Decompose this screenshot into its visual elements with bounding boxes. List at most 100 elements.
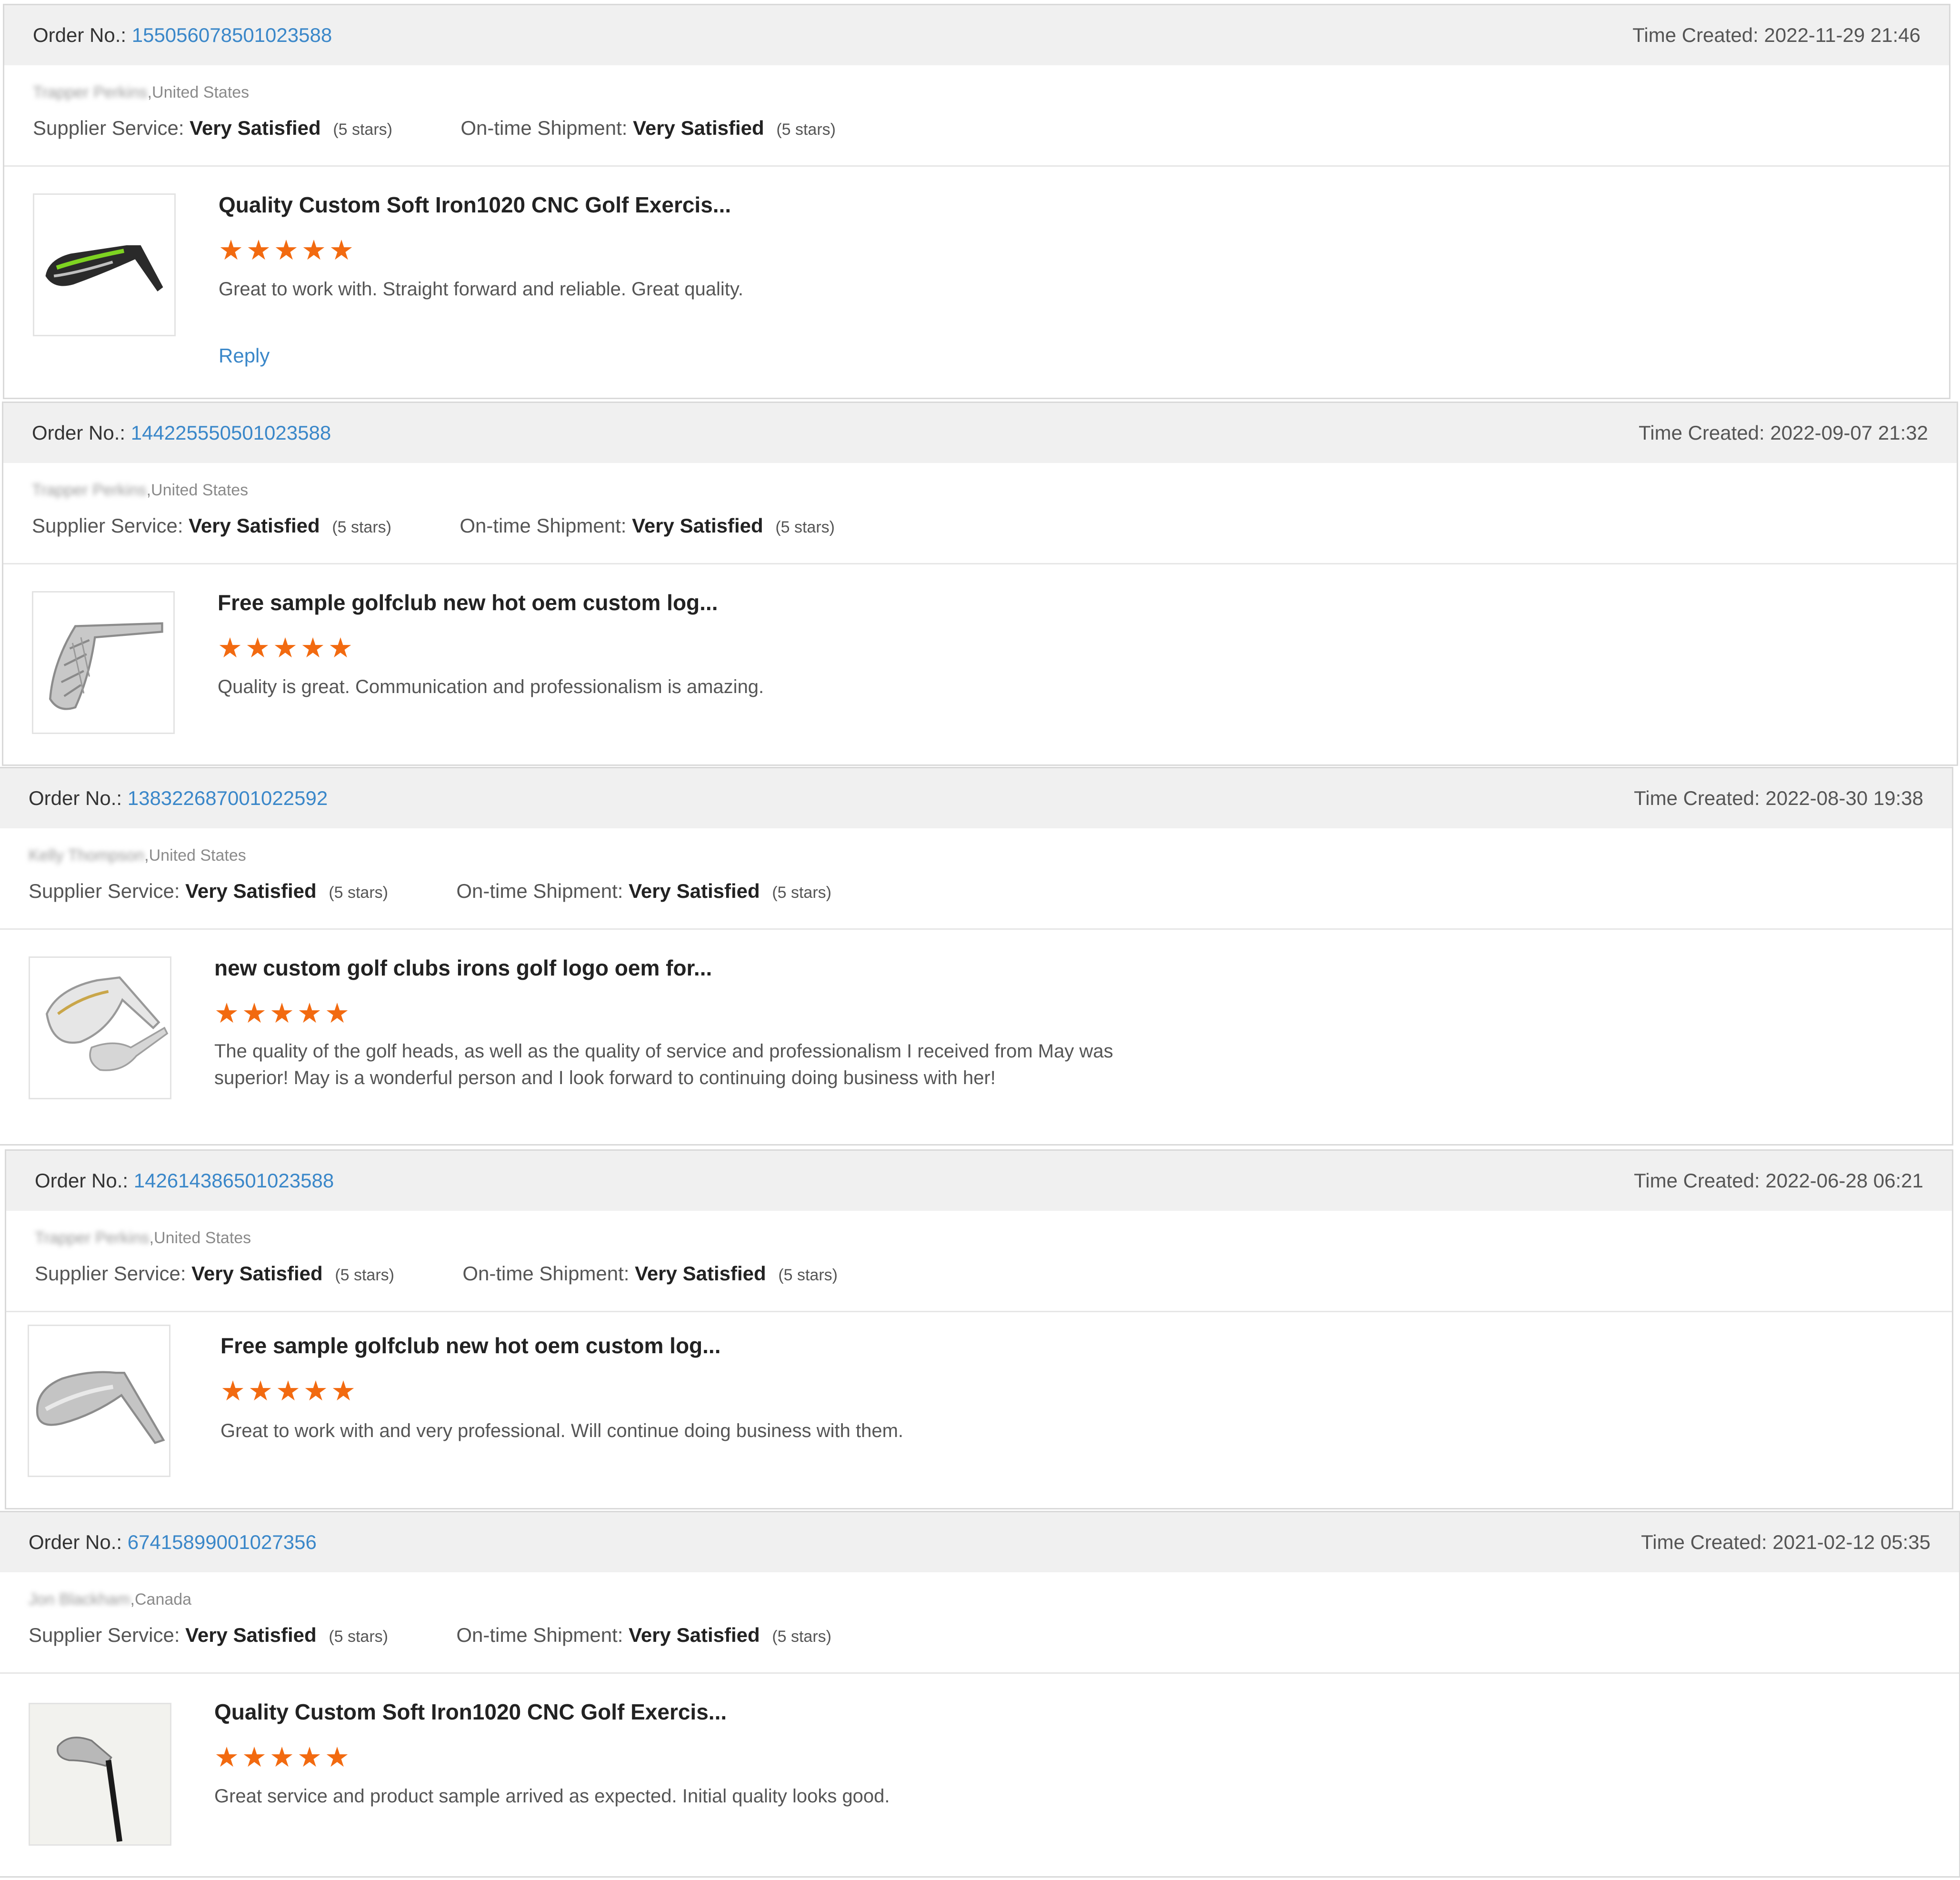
divider [0, 1672, 1959, 1674]
buyer-name: Jon Blackham [29, 1590, 130, 1609]
golf-iron-chrome-icon[interactable] [32, 591, 175, 734]
order-card: Order No.: 138322687001022592 Time Creat… [0, 767, 1953, 1146]
time-created-label: Time Created: [1634, 787, 1760, 809]
divider [4, 165, 1949, 167]
supplier-service-value: Very Satisfied [185, 1624, 317, 1646]
ontime-shipment-label: On-time Shipment: [460, 117, 628, 139]
time-created-label: Time Created: [1632, 24, 1759, 46]
service-ratings: Supplier Service: Very Satisfied (5 star… [33, 117, 836, 140]
product-title[interactable]: new custom golf clubs irons golf logo oe… [214, 955, 712, 981]
time-created-value: 2021-02-12 05:35 [1772, 1531, 1930, 1553]
order-no-label: Order No.: [29, 1531, 122, 1553]
divider [6, 1311, 1952, 1312]
order-card: Order No.: 144225550501023588 Time Creat… [2, 402, 1958, 766]
supplier-service-label: Supplier Service: [32, 514, 183, 537]
supplier-service-stars: (5 stars) [329, 1628, 388, 1646]
supplier-service-label: Supplier Service: [33, 117, 184, 139]
time-created-label: Time Created: [1639, 422, 1765, 444]
buyer-name: Trapper Perkins [32, 481, 147, 499]
order-no-label: Order No.: [32, 422, 126, 444]
buyer-info: Trapper Perkins,United States [33, 83, 249, 102]
buyer-name: Trapper Perkins [33, 83, 148, 101]
order-no-label: Order No.: [35, 1169, 129, 1192]
supplier-service-stars: (5 stars) [333, 121, 392, 139]
order-no-link[interactable]: 155056078501023588 [132, 24, 332, 46]
star-rating: ★★★★★ [218, 633, 356, 664]
service-ratings: Supplier Service: Very Satisfied (5 star… [32, 514, 835, 537]
time-created-label: Time Created: [1634, 1169, 1760, 1192]
star-rating: ★★★★★ [214, 998, 352, 1029]
service-ratings: Supplier Service: Very Satisfied (5 star… [35, 1262, 838, 1285]
service-ratings: Supplier Service: Very Satisfied (5 star… [29, 880, 831, 903]
order-card: Order No.: 67415899001027356 Time Create… [0, 1511, 1960, 1878]
divider [3, 563, 1957, 564]
buyer-info: Kelly Thompson,United States [29, 846, 246, 865]
review-text: Great service and product sample arrived… [214, 1786, 890, 1807]
supplier-service-label: Supplier Service: [29, 880, 180, 902]
service-ratings: Supplier Service: Very Satisfied (5 star… [29, 1624, 831, 1647]
buyer-info: Trapper Perkins,United States [32, 481, 248, 500]
reply-link[interactable]: Reply [219, 344, 270, 367]
ontime-shipment-stars: (5 stars) [778, 1266, 838, 1284]
product-title[interactable]: Quality Custom Soft Iron1020 CNC Golf Ex… [214, 1699, 727, 1725]
order-no-label: Order No.: [29, 787, 122, 809]
order-header: Order No.: 155056078501023588 Time Creat… [4, 5, 1949, 65]
ontime-shipment-stars: (5 stars) [772, 884, 831, 902]
order-header: Order No.: 144225550501023588 Time Creat… [3, 403, 1957, 463]
review-text: The quality of the golf heads, as well a… [214, 1041, 1113, 1088]
order-no-link[interactable]: 138322687001022592 [128, 787, 328, 809]
golf-club-shaft-icon[interactable] [29, 1703, 171, 1846]
buyer-country: ,United States [146, 481, 249, 499]
order-no-label: Order No.: [33, 24, 127, 46]
order-no-link[interactable]: 142614386501023588 [134, 1169, 334, 1192]
golf-iron-silver-icon[interactable] [28, 1325, 170, 1477]
buyer-name: Trapper Perkins [35, 1229, 150, 1247]
supplier-service-label: Supplier Service: [35, 1262, 186, 1285]
supplier-service-stars: (5 stars) [335, 1266, 394, 1284]
divider [0, 928, 1952, 930]
ontime-shipment-value: Very Satisfied [629, 1624, 760, 1646]
order-card: Order No.: 155056078501023588 Time Creat… [3, 4, 1950, 399]
star-rating: ★★★★★ [220, 1376, 359, 1407]
buyer-country: ,United States [144, 846, 246, 865]
time-created-value: 2022-11-29 21:46 [1764, 24, 1921, 46]
order-no-link[interactable]: 67415899001027356 [128, 1531, 317, 1553]
ontime-shipment-value: Very Satisfied [632, 514, 763, 537]
time-created-value: 2022-08-30 19:38 [1765, 787, 1923, 809]
supplier-service-value: Very Satisfied [185, 880, 317, 902]
time-created-value: 2022-06-28 06:21 [1765, 1169, 1923, 1192]
buyer-name: Kelly Thompson [29, 846, 145, 865]
product-title[interactable]: Free sample golfclub new hot oem custom … [218, 590, 718, 615]
ontime-shipment-label: On-time Shipment: [456, 880, 623, 902]
supplier-service-stars: (5 stars) [332, 518, 391, 536]
ontime-shipment-label: On-time Shipment: [456, 1624, 623, 1646]
buyer-country: ,Canada [130, 1590, 192, 1609]
star-rating: ★★★★★ [219, 235, 357, 266]
order-header: Order No.: 138322687001022592 Time Creat… [0, 768, 1952, 828]
supplier-service-value: Very Satisfied [191, 1262, 323, 1285]
supplier-service-stars: (5 stars) [329, 884, 388, 902]
supplier-service-value: Very Satisfied [190, 117, 321, 139]
order-no-link[interactable]: 144225550501023588 [131, 422, 331, 444]
time-created-label: Time Created: [1641, 1531, 1767, 1553]
review-text: Great to work with and very professional… [220, 1420, 904, 1441]
order-card: Order No.: 142614386501023588 Time Creat… [5, 1149, 1953, 1509]
buyer-country: ,United States [147, 83, 250, 101]
order-header: Order No.: 142614386501023588 Time Creat… [6, 1151, 1952, 1211]
time-created-value: 2022-09-07 21:32 [1770, 422, 1928, 444]
review-text: Great to work with. Straight forward and… [219, 279, 743, 300]
supplier-service-label: Supplier Service: [29, 1624, 180, 1646]
order-header: Order No.: 67415899001027356 Time Create… [0, 1512, 1959, 1572]
review-text: Quality is great. Communication and prof… [218, 676, 764, 697]
buyer-info: Jon Blackham,Canada [29, 1590, 191, 1609]
golf-wedge-icon[interactable] [29, 956, 171, 1099]
ontime-shipment-label: On-time Shipment: [460, 514, 627, 537]
product-title[interactable]: Quality Custom Soft Iron1020 CNC Golf Ex… [219, 192, 731, 218]
buyer-country: ,United States [149, 1229, 251, 1247]
ontime-shipment-value: Very Satisfied [633, 117, 764, 139]
star-rating: ★★★★★ [214, 1742, 352, 1773]
buyer-info: Trapper Perkins,United States [35, 1229, 251, 1247]
product-title[interactable]: Free sample golfclub new hot oem custom … [220, 1333, 720, 1358]
golf-iron-green-icon[interactable] [33, 193, 176, 336]
ontime-shipment-stars: (5 stars) [775, 518, 835, 536]
